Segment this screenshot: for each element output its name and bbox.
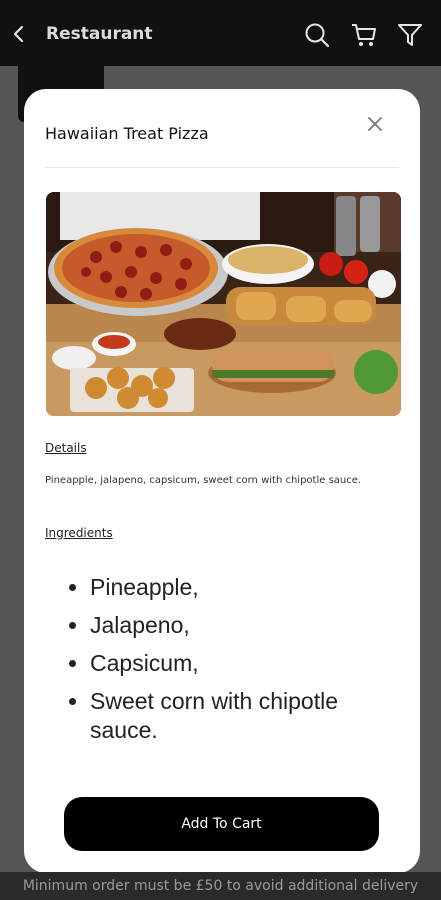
food-image [46,192,401,416]
ingredients-heading: Ingredients [45,526,113,540]
page-title: Restaurant [46,24,153,44]
ingredients-list: Pineapple, Jalapeno, Capsicum, Sweet cor… [72,573,390,754]
close-icon[interactable] [364,113,386,135]
back-arrow-icon[interactable] [10,24,28,44]
title-divider [45,167,399,168]
food-photo-illustration [46,192,401,416]
list-item: Sweet corn with chipotle sauce. [90,687,390,745]
list-item: Jalapeno, [90,611,390,640]
minimum-order-banner: Minimum order must be £50 to avoid addit… [0,872,441,900]
item-detail-modal: Hawaiian Treat Pizza Details Pineapple, … [24,89,420,873]
top-app-bar: Restaurant [0,0,441,66]
list-item: Pineapple, [90,573,390,602]
add-to-cart-button[interactable]: Add To Cart [64,797,379,851]
search-icon[interactable] [304,22,330,48]
filter-icon[interactable] [397,22,423,48]
cart-icon[interactable] [351,22,377,48]
modal-title: Hawaiian Treat Pizza [45,124,209,143]
list-item: Capsicum, [90,649,390,678]
details-text: Pineapple, jalapeno, capsicum, sweet cor… [45,475,362,486]
details-heading: Details [45,441,87,455]
